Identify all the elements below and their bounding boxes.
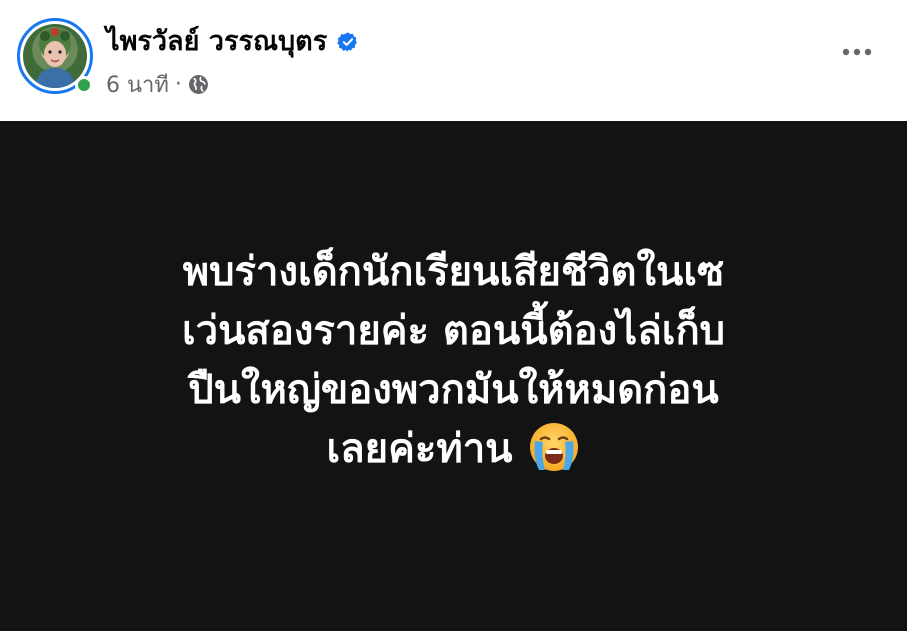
globe-icon[interactable] xyxy=(188,74,209,95)
post-text-line-last: เลยค่ะท่าน xyxy=(30,420,877,479)
meta-separator: · xyxy=(174,71,182,97)
more-horizontal-icon xyxy=(842,48,872,56)
post-text-line: พบร่างเด็กนักเรียนเสียชีวิตในเซ xyxy=(182,249,725,295)
post-text-line: เลยค่ะท่าน xyxy=(326,426,513,472)
post-header: ไพรวัลย์ วรรณบุตร 6 นาที · xyxy=(0,0,907,121)
author-avatar[interactable] xyxy=(17,18,93,94)
post-timestamp-link[interactable]: 6 นาที xyxy=(106,67,169,102)
post-text-line: เว่นสองรายค่ะ ตอนนี้ต้องไล่เก็บ xyxy=(181,308,726,354)
online-status-indicator xyxy=(75,76,93,94)
post-text-line: ปืนใหญ่ของพวกมันให้หมดก่อน xyxy=(188,367,719,413)
post-text: พบร่างเด็กนักเรียนเสียชีวิตในเซ เว่นสองร… xyxy=(30,243,877,479)
more-options-button[interactable] xyxy=(830,32,884,72)
verified-badge-icon xyxy=(337,32,358,52)
loudly-crying-face-icon xyxy=(529,423,578,471)
author-name-link[interactable]: ไพรวัลย์ วรรณบุตร xyxy=(106,24,327,60)
post-content-background: พบร่างเด็กนักเรียนเสียชีวิตในเซ เว่นสองร… xyxy=(0,121,907,631)
